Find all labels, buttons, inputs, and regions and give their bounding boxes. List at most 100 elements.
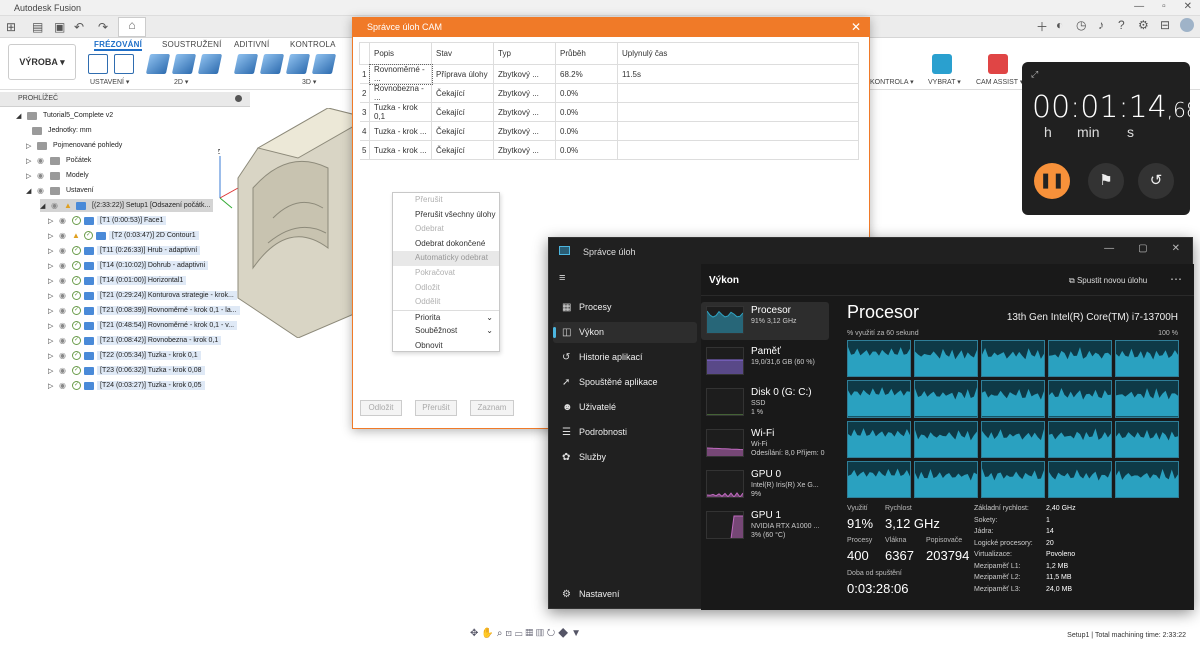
expand-arrow-icon[interactable]: ▷	[48, 262, 56, 270]
tree-item[interactable]: ▷ ◉ ▲ ✓ [T2 (0:03:47)] 2D Contour1	[48, 229, 199, 242]
settings-icon[interactable]: ⚙	[1138, 18, 1149, 32]
2d-pocket-icon[interactable]	[171, 54, 197, 74]
tab-aditivni[interactable]: ADITIVNÍ	[234, 40, 269, 49]
nav-spoustene[interactable]: ➚ Spouštěné aplikace	[553, 372, 697, 393]
tree-item[interactable]: ▷ ◉ ✓ [T14 (0:01:00)] Horizontal1	[48, 274, 187, 287]
odlozit-button[interactable]: Odložit	[360, 400, 402, 416]
tree-item[interactable]: ▷ ◉ ✓ [T1 (0:00:53)] Face1	[48, 214, 167, 227]
resource-item[interactable]: Paměť 19,0/31,6 GB (60 %)	[701, 343, 829, 381]
nav-historie[interactable]: ↺ Historie aplikací	[553, 347, 697, 368]
group-ustaveni[interactable]: USTAVENÍ ▾	[90, 78, 129, 86]
expand-arrow-icon[interactable]: ▷	[48, 367, 56, 375]
nav-sluzby[interactable]: ✿ Služby	[553, 447, 697, 468]
menu-item[interactable]: Obnovit	[393, 339, 499, 354]
lap-button[interactable]: ⚑	[1088, 163, 1124, 199]
tree-item[interactable]: ▷ ◉ ✓ [T14 (0:10:02)] Dohrub - adaptivni	[48, 259, 209, 272]
menu-item[interactable]: Odebrat	[393, 222, 499, 237]
menu-item[interactable]: Souběžnost ⌄	[393, 324, 499, 339]
3d-pocket-icon[interactable]	[259, 54, 285, 74]
visibility-eye-icon[interactable]: ◉	[59, 216, 69, 225]
expand-arrow-icon[interactable]: ▷	[48, 382, 56, 390]
tree-item[interactable]: ▷ ◉ ✓ [T21 (0:08:42)] Rovnobezna - krok 0,1	[48, 334, 222, 347]
filter-icon[interactable]: ▼	[571, 628, 584, 639]
column-header-prubeh[interactable]: Průběh	[555, 42, 618, 65]
resource-item[interactable]: Wi-Fi Wi-Fi Odesílání: 8,0 Příjem: 0	[701, 425, 829, 463]
tree-item[interactable]: ▷ ◉ ✓ [T24 (0:03:27)] Tuzka - krok 0,05	[48, 379, 205, 392]
minimize-icon[interactable]: —	[1134, 1, 1144, 12]
expand-arrow-icon[interactable]: ▷	[48, 217, 56, 225]
visibility-eye-icon[interactable]: ◉	[37, 156, 47, 165]
select-icon[interactable]	[932, 54, 952, 74]
visibility-eye-icon[interactable]: ◉	[59, 366, 69, 375]
pause-button[interactable]: ❚❚	[1034, 163, 1070, 199]
bell-icon[interactable]: ♪	[1098, 18, 1104, 32]
apps-grid-icon[interactable]: ⊞	[6, 20, 16, 34]
3d-parallel-icon[interactable]	[311, 54, 337, 74]
tree-item[interactable]: Jednotky: mm	[32, 124, 95, 137]
expand-arrow-icon[interactable]: ◢	[40, 202, 48, 210]
tree-item[interactable]: ▷ Pojmenované pohledy	[26, 139, 125, 152]
group-cam-assist[interactable]: CAM ASSIST ▾	[976, 78, 1023, 86]
expand-arrow-icon[interactable]: ▷	[48, 352, 56, 360]
tree-item[interactable]: ▷ ◉ Modely	[26, 169, 92, 182]
3d-adaptive-icon[interactable]	[233, 54, 259, 74]
maximize-icon[interactable]: ▢	[1138, 243, 1147, 254]
expand-arrow-icon[interactable]: ▷	[26, 172, 34, 180]
file-menu-icon[interactable]: ▤	[32, 20, 43, 34]
3d-steep-icon[interactable]	[285, 54, 311, 74]
menu-item[interactable]: Automaticky odebrat	[393, 251, 499, 266]
visibility-eye-icon[interactable]: ◉	[59, 321, 69, 330]
notifications-icon[interactable]: ◷	[1076, 18, 1086, 32]
visibility-eye-icon[interactable]: ◉	[59, 276, 69, 285]
resource-item[interactable]: GPU 1 NVIDIA RTX A1000 ... 3% (60 °C)	[701, 507, 829, 545]
tab-kontrola[interactable]: KONTROLA	[290, 40, 336, 49]
expand-arrow-icon[interactable]: ▷	[26, 142, 34, 150]
pan-icon[interactable]: ✋	[481, 628, 496, 639]
group-vybrat[interactable]: VYBRAT ▾	[928, 78, 961, 86]
save-icon[interactable]: ▣	[54, 20, 65, 34]
group-3d[interactable]: 3D ▾	[302, 78, 316, 86]
resource-item[interactable]: Procesor 91% 3,12 GHz	[701, 302, 829, 340]
orbit-icon[interactable]: ✥	[470, 628, 481, 639]
table-row[interactable]: 5 Tuzka - krok ... Čekající Zbytkový ... 0.0…	[359, 140, 859, 160]
column-header-typ[interactable]: Typ	[493, 42, 556, 65]
nav-vykon[interactable]: ◫ Výkon	[553, 322, 697, 343]
help-icon[interactable]: ?	[1118, 18, 1125, 32]
nav-podrobnosti[interactable]: ☰ Podrobnosti	[553, 422, 697, 443]
tree-item[interactable]: ◢ ◉ ▲ [(2:33:22)] Setup1 [Odsazení počátk..…	[40, 199, 214, 212]
visibility-eye-icon[interactable]: ◉	[59, 261, 69, 270]
tree-item[interactable]: ▷ ◉ ✓ [T23 (0:06:32)] Tuzka - krok 0,08	[48, 364, 205, 377]
tree-item[interactable]: ▷ ◉ ✓ [T21 (0:08:39)] Rovnoměrné - krok 0,1…	[48, 304, 240, 317]
menu-item[interactable]: Oddělit	[393, 295, 499, 310]
viewport-icon[interactable]: ▥	[536, 628, 547, 639]
tree-item[interactable]: ▷ ◉ Počátek	[26, 154, 94, 167]
expand-arrow-icon[interactable]: ▷	[48, 277, 56, 285]
expand-arrow-icon[interactable]: ▷	[48, 337, 56, 345]
display-icon[interactable]: ▭	[515, 628, 526, 639]
reset-button[interactable]: ↺	[1138, 163, 1174, 199]
table-row[interactable]: 3 Tuzka - krok 0,1 Čekající Zbytkový ... 0.0…	[359, 102, 859, 122]
visibility-eye-icon[interactable]: ◉	[37, 171, 47, 180]
close-icon[interactable]: ✕	[1172, 243, 1180, 254]
menu-item[interactable]: Odložit	[393, 281, 499, 296]
menu-item[interactable]: Pokračovat	[393, 266, 499, 281]
lock-icon[interactable]: ⊟	[1160, 18, 1170, 32]
expand-arrow-icon[interactable]: ▷	[26, 157, 34, 165]
expand-icon[interactable]: ⤢	[1031, 69, 1038, 80]
setup-sheet-icon[interactable]	[114, 54, 134, 74]
tree-item[interactable]: ▷ ◉ ✓ [T11 (0:26:33)] Hrub - adaptivní	[48, 244, 201, 257]
run-new-task-button[interactable]: ⧉ Spustit novou úlohu	[1069, 276, 1147, 286]
column-header-cas[interactable]: Uplynulý čas	[617, 42, 859, 65]
close-icon[interactable]: ✕	[1184, 1, 1192, 12]
effects-icon[interactable]: ◆	[558, 628, 571, 639]
new-tab-icon[interactable]: ＋	[1036, 18, 1048, 35]
menu-item[interactable]: Priorita ⌄	[393, 309, 499, 325]
expand-arrow-icon[interactable]: ▷	[48, 232, 56, 240]
new-setup-icon[interactable]	[88, 54, 108, 74]
close-icon[interactable]: ✕	[851, 20, 861, 34]
browser-pin-icon[interactable]	[235, 95, 242, 102]
home-tab[interactable]: ⌂	[118, 17, 146, 37]
menu-item[interactable]: Přerušit všechny úlohy	[393, 208, 499, 223]
table-row[interactable]: 4 Tuzka - krok ... Čekající Zbytkový ... 0.0…	[359, 121, 859, 141]
menu-item[interactable]: Odebrat dokončené	[393, 237, 499, 252]
